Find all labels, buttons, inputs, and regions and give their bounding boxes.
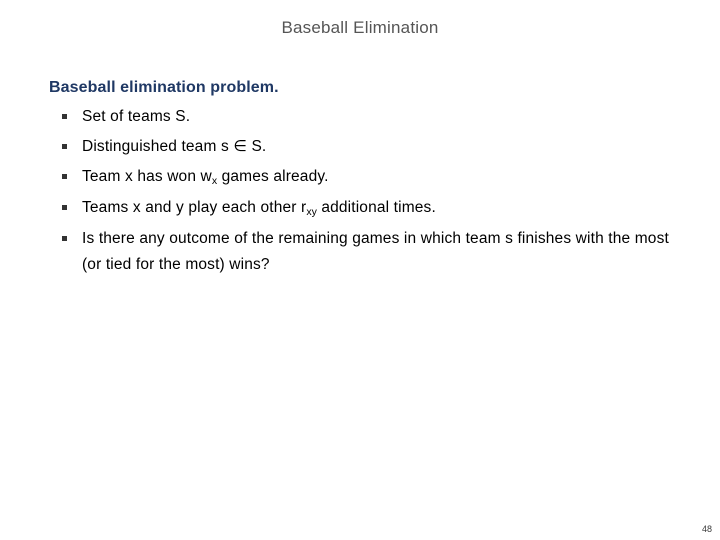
slide-title: Baseball Elimination <box>281 18 439 37</box>
page-number: 48 <box>701 524 712 534</box>
bullet-item-1: Distinguished team s ∈ S. <box>49 134 689 160</box>
square-bullet-icon <box>62 144 67 149</box>
bullet-item-0: Set of teams S. <box>49 104 689 130</box>
slide: Baseball Elimination Baseball eliminatio… <box>0 0 720 540</box>
square-bullet-icon <box>62 114 67 119</box>
bullet-item-3: Teams x and y play each other rxy additi… <box>49 195 689 222</box>
bullet-text: Set of teams S. <box>82 108 191 125</box>
bullet-list: Set of teams S. Distinguished team s ∈ S… <box>49 104 689 278</box>
bullet-text: Is there any outcome of the remaining ga… <box>82 230 669 273</box>
bullet-text: Team x has won wx games already. <box>82 168 329 188</box>
lead-heading: Baseball elimination problem. <box>49 79 279 96</box>
bullet-text: Distinguished team s ∈ S. <box>82 138 267 155</box>
bullet-item-4: Is there any outcome of the remaining ga… <box>49 226 689 278</box>
bullet-text: Teams x and y play each other rxy additi… <box>82 199 436 219</box>
square-bullet-icon <box>62 174 67 179</box>
slide-body: Baseball elimination problem. Set of tea… <box>49 78 689 282</box>
square-bullet-icon <box>62 236 67 241</box>
square-bullet-icon <box>62 205 67 210</box>
bullet-item-2: Team x has won wx games already. <box>49 164 689 191</box>
